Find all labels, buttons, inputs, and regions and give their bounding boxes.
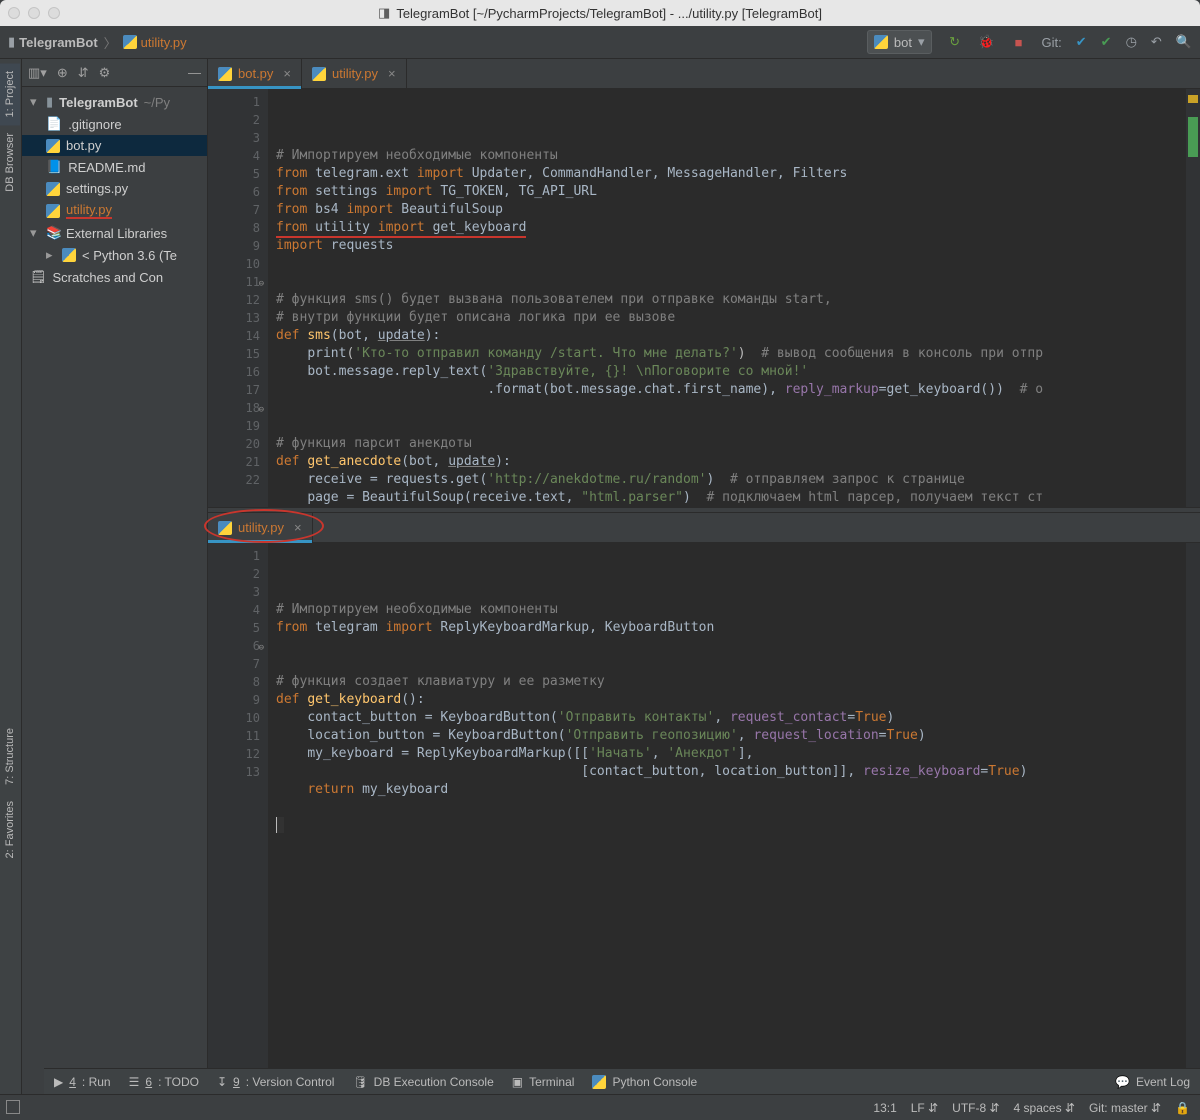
python-file-icon	[218, 521, 232, 535]
python-file-icon	[218, 67, 232, 81]
python-file-icon	[46, 139, 60, 153]
gutter-top: 1234567891011⊖12131415161718⊖19202122	[208, 89, 268, 507]
tab-utility-py[interactable]: utility.py ×	[302, 59, 407, 88]
toolwin-eventlog[interactable]: 💬 Event Log	[1115, 1075, 1190, 1089]
project-panel: ▥▾ ⊕ ⇵ ⚙ — ▾▮ TelegramBot ~/Py 📄.gitigno…	[22, 59, 208, 1094]
indent-settings[interactable]: 4 spaces ⇵	[1014, 1101, 1075, 1115]
caret-position[interactable]: 13:1	[873, 1101, 896, 1115]
search-icon[interactable]: 🔍	[1176, 34, 1192, 50]
python-file-icon	[46, 204, 60, 218]
expand-icon[interactable]: ⊕	[57, 65, 68, 81]
tree-item-gitignore[interactable]: 📄.gitignore	[22, 113, 207, 135]
error-stripe[interactable]	[1186, 89, 1200, 507]
history-icon[interactable]: ◷	[1126, 34, 1137, 50]
breadcrumb-file[interactable]: utility.py	[141, 35, 187, 50]
left-toolwin-bar: 1: Project DB Browser 7: Structure 2: Fa…	[0, 59, 22, 1120]
chevron-down-icon: ▾	[918, 34, 925, 50]
undo-icon[interactable]: ↶	[1151, 34, 1162, 50]
close-icon[interactable]: ×	[388, 66, 396, 81]
tree-item-utility[interactable]: utility.py	[22, 199, 207, 222]
tree-external-libs[interactable]: ▾📚External Libraries	[22, 222, 207, 244]
breadcrumb[interactable]: ▮TelegramBot 〉 utility.py	[8, 33, 187, 52]
stop-icon[interactable]: ■	[1010, 35, 1028, 50]
tree-item-readme[interactable]: 📘README.md	[22, 156, 207, 178]
db-browser-tab[interactable]: DB Browser	[0, 125, 20, 200]
python-file-icon	[123, 35, 137, 49]
collapse-icon[interactable]: ⇵	[78, 65, 89, 81]
code-bottom[interactable]: # Импортируем необходимые компонентыfrom…	[268, 543, 1200, 1094]
close-icon[interactable]: ×	[283, 66, 291, 81]
gear-icon[interactable]: ⚙	[99, 65, 111, 81]
file-encoding[interactable]: UTF-8 ⇵	[952, 1101, 999, 1115]
tree-item-settings[interactable]: settings.py	[22, 178, 207, 199]
code-top[interactable]: # Импортируем необходимые компонентыfrom…	[268, 89, 1200, 507]
project-toolbar: ▥▾ ⊕ ⇵ ⚙ —	[22, 59, 207, 87]
git-branch[interactable]: Git: master ⇵	[1089, 1101, 1161, 1115]
toolwin-run[interactable]: ▶ 4: 4: RunRun	[54, 1075, 111, 1089]
nav-bar: ▮TelegramBot 〉 utility.py bot ▾ ↻ 🐞 ■ Gi…	[0, 26, 1200, 59]
traffic-lights[interactable]	[8, 7, 60, 19]
structure-tab[interactable]: 7: Structure	[0, 720, 20, 793]
editor-bottom[interactable]: 123456⊖78910111213 # Импортируем необход…	[208, 543, 1200, 1094]
python-icon	[592, 1075, 606, 1089]
editor-tabs-top: bot.py × utility.py ×	[208, 59, 1200, 89]
vcs-update-icon[interactable]: ✔	[1076, 34, 1087, 50]
vcs-commit-icon[interactable]: ✔	[1101, 34, 1112, 50]
tab-bot-py[interactable]: bot.py ×	[208, 59, 302, 88]
rerun-icon[interactable]: ↻	[946, 34, 964, 50]
window-title: ◨ TelegramBot [~/PycharmProjects/Telegra…	[0, 5, 1200, 21]
editor-top[interactable]: 1234567891011⊖12131415161718⊖19202122 # …	[208, 89, 1200, 507]
tree-python-sdk[interactable]: ▸< Python 3.6 (Te	[22, 244, 207, 266]
project-tree[interactable]: ▾▮ TelegramBot ~/Py 📄.gitignore bot.py 📘…	[22, 87, 207, 292]
tree-root[interactable]: ▾▮ TelegramBot ~/Py	[22, 91, 207, 113]
python-file-icon	[46, 182, 60, 196]
python-icon	[62, 248, 76, 262]
line-separator[interactable]: LF ⇵	[911, 1101, 938, 1115]
python-icon	[874, 35, 888, 49]
tree-scratches[interactable]: 🗒Scratches and Con	[22, 266, 207, 288]
toolwin-todo[interactable]: ☰ 6: TODO	[129, 1075, 199, 1089]
project-toolwin-tab[interactable]: 1: Project	[0, 63, 20, 125]
favorites-tab[interactable]: 2: Favorites	[0, 793, 20, 866]
tab-utility-py-bottom[interactable]: utility.py ×	[208, 513, 313, 542]
toolwin-db[interactable]: 🛢 DB Execution Console	[352, 1075, 493, 1089]
lock-icon[interactable]: 🔒	[1175, 1101, 1190, 1115]
gutter-bottom: 123456⊖78910111213	[208, 543, 268, 1094]
breadcrumb-project[interactable]: TelegramBot	[19, 35, 98, 50]
toolwin-vcs[interactable]: ↧ 9: Version Control	[217, 1075, 334, 1089]
bottom-toolwin-bar: ▶ 4: 4: RunRun ☰ 6: TODO ↧ 9: Version Co…	[44, 1068, 1200, 1094]
error-stripe[interactable]	[1186, 543, 1200, 1094]
status-bar: 13:1 LF ⇵ UTF-8 ⇵ 4 spaces ⇵ Git: master…	[0, 1094, 1200, 1120]
editor-tabs-bottom: utility.py ×	[208, 513, 1200, 543]
git-label: Git:	[1042, 35, 1062, 50]
python-file-icon	[312, 67, 326, 81]
debug-icon[interactable]: 🐞	[978, 34, 996, 50]
toolwin-terminal[interactable]: ▣ Terminal	[512, 1075, 575, 1089]
toolwin-pyconsole[interactable]: Python Console	[592, 1075, 697, 1089]
run-config-select[interactable]: bot ▾	[867, 30, 932, 54]
toolwin-toggle-icon[interactable]	[6, 1100, 20, 1114]
macos-titlebar: ◨ TelegramBot [~/PycharmProjects/Telegra…	[0, 0, 1200, 26]
tree-item-bot[interactable]: bot.py	[22, 135, 207, 156]
project-view-select[interactable]: ▥▾	[28, 65, 47, 81]
close-icon[interactable]: ×	[294, 520, 302, 535]
hide-icon[interactable]: —	[188, 65, 201, 80]
